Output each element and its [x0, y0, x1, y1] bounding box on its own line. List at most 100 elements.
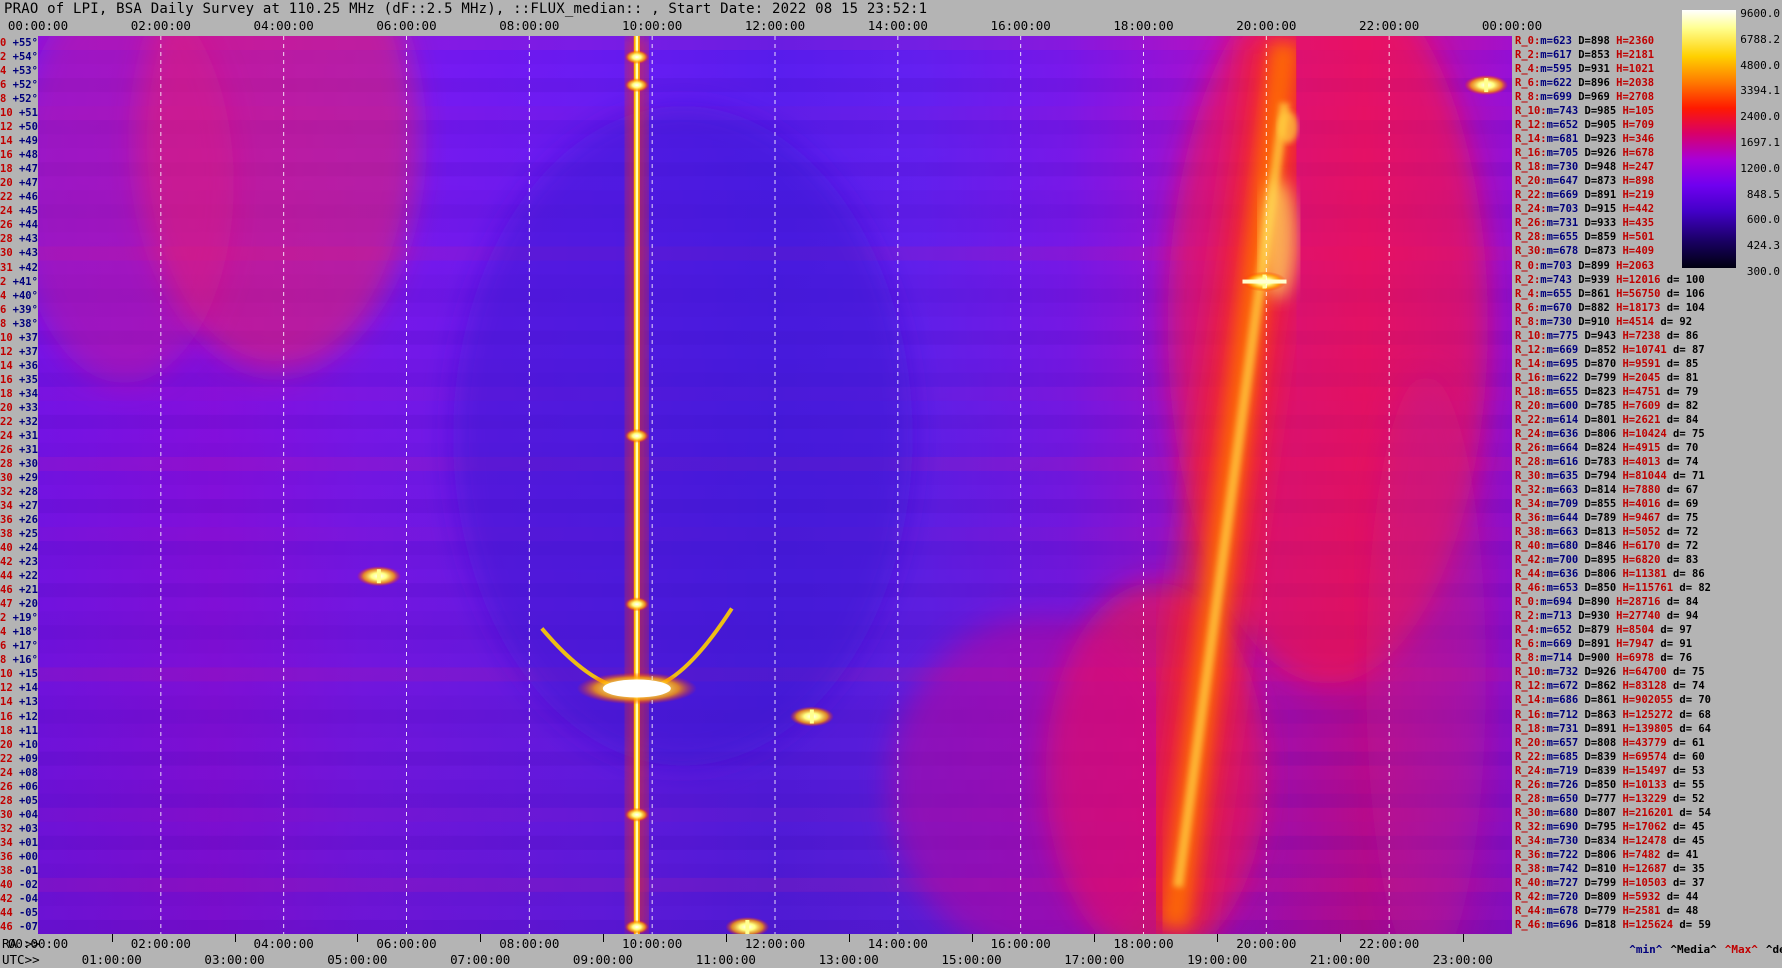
stats-min: m=695	[1546, 357, 1579, 370]
stats-row-id: R_24:	[1515, 203, 1547, 216]
stats-row-id: R_16:	[1515, 147, 1547, 160]
stats-row-id: R_40:	[1515, 540, 1547, 553]
dec-row-index: 42	[0, 556, 13, 569]
stats-min: m=663	[1546, 526, 1579, 539]
stats-row: R_36:m=722 D=806 H=7482 d= 41	[1515, 848, 1698, 862]
utc-tick-label: 15:00:00	[941, 952, 1002, 967]
ra-tick-label: 18:00:00	[1113, 936, 1174, 951]
stats-max: H=4915	[1616, 441, 1661, 454]
stats-row-id: R_20:	[1515, 175, 1547, 188]
top-time-axis: 00:00:00 02:00:00 04:00:00 06:00:00 08:00:00…	[0, 18, 1542, 35]
stats-deviation: d= 72	[1660, 540, 1699, 553]
stats-max: H=10424	[1616, 427, 1667, 440]
point-source-cross	[1242, 279, 1287, 284]
utc-tick-label: 23:00:00	[1432, 952, 1493, 967]
ra-tick-label: 06:00:00	[376, 936, 437, 951]
dec-row-index: 46	[0, 920, 13, 933]
ra-tick-label: 14:00:00	[867, 936, 928, 951]
dec-row-index: 16	[0, 149, 13, 162]
dec-row-index: 38	[0, 528, 13, 541]
stats-row-id: R_22:	[1515, 750, 1547, 763]
dec-row-index: 20	[0, 401, 13, 414]
stats-min: m=727	[1546, 876, 1579, 889]
stats-row-id: R_42:	[1515, 890, 1547, 903]
colorbar-tick-label: 1697.1	[1740, 135, 1780, 149]
stats-min: m=709	[1546, 498, 1579, 511]
ra-tick-label: 22:00:00	[1359, 936, 1420, 951]
stats-min: m=600	[1546, 399, 1579, 412]
stats-deviation: d= 69	[1660, 498, 1699, 511]
utc-tick-label: 13:00:00	[818, 952, 879, 967]
dec-row-index: 32	[0, 486, 13, 498]
stats-deviation: d= 44	[1660, 890, 1699, 903]
stats-max: H=4016	[1616, 498, 1661, 511]
heatmap-plot[interactable]	[38, 36, 1512, 934]
colorbar-tick-label: 6788.2	[1740, 32, 1780, 46]
stats-row: R_40:m=727 D=799 H=10503 d= 37	[1515, 876, 1705, 890]
dec-row-index: 32	[0, 822, 13, 835]
dec-row-index: 30	[0, 247, 13, 260]
stats-max: H=2038	[1609, 77, 1655, 90]
stats-max: H=10503	[1616, 876, 1667, 889]
stats-min: m=730	[1540, 315, 1572, 328]
stats-min: m=678	[1546, 904, 1579, 917]
dec-row-index: 12	[0, 121, 13, 134]
stats-row: R_22:m=685 D=839 H=69574 d= 60	[1515, 750, 1705, 764]
stats-row: R_38:m=742 D=810 H=12687 d= 35	[1515, 862, 1705, 876]
stats-min: m=650	[1546, 792, 1579, 805]
stats-row-id: R_14:	[1515, 133, 1547, 146]
stats-row-id: R_32:	[1515, 484, 1547, 496]
stats-row-id: R_38:	[1515, 862, 1547, 875]
dec-row-index: 14	[0, 135, 13, 148]
stats-row-id: R_14:	[1515, 694, 1547, 707]
stats-row: R_14:m=695 D=870 H=9591 d= 85	[1515, 357, 1698, 371]
stats-min: m=743	[1546, 105, 1579, 118]
stats-row: R_16:m=712 D=863 H=125272 d= 68	[1515, 708, 1711, 722]
stats-max: H=7947	[1609, 638, 1655, 651]
utc-tick-label: 05:00:00	[327, 952, 388, 967]
stats-max: H=139805	[1616, 722, 1674, 735]
stats-row-id: R_26:	[1515, 441, 1547, 454]
stats-median: D=873	[1578, 245, 1617, 258]
stats-max: H=81044	[1616, 469, 1667, 482]
dec-row-index: 26	[0, 780, 13, 793]
vertical-knot	[624, 919, 649, 934]
stats-row-id: R_38:	[1515, 526, 1547, 539]
stats-max: H=709	[1616, 119, 1655, 132]
stats-max: H=2708	[1609, 91, 1655, 104]
stats-row: R_42:m=700 D=895 H=6820 d= 83	[1515, 553, 1698, 567]
dec-row-index: 10	[0, 107, 13, 120]
stats-max: H=4013	[1616, 455, 1661, 468]
top-tick-label: 12:00:00	[744, 18, 806, 33]
top-tick-label: 08:00:00	[499, 18, 560, 33]
dec-row-index: 10	[0, 668, 13, 681]
stats-max: H=69574	[1616, 750, 1667, 763]
top-tick-label: 00:00:00	[1481, 18, 1543, 33]
stats-min: m=622	[1540, 77, 1572, 90]
stats-min: m=730	[1546, 834, 1579, 847]
stats-row-id: R_32:	[1515, 820, 1547, 833]
legend-max: ^Max^	[1724, 943, 1758, 956]
point-source-core	[745, 919, 750, 934]
stats-row-id: R_0:	[1515, 596, 1541, 609]
stats-min: m=669	[1540, 638, 1572, 651]
stats-median: D=834	[1578, 834, 1617, 847]
stats-row: R_34:m=730 D=834 H=12478 d= 45	[1515, 834, 1705, 848]
stats-deviation: d= 45	[1666, 834, 1705, 847]
stats-median: D=855	[1578, 498, 1617, 511]
stats-median: D=861	[1571, 287, 1610, 300]
colorbar-tick-label: 600.0	[1746, 213, 1780, 227]
stats-row: R_14:m=686 D=861 H=902055 d= 70	[1515, 693, 1711, 707]
stats-deviation: d= 75	[1666, 427, 1705, 440]
stats-min: m=742	[1546, 862, 1579, 875]
stats-row: R_6:m=622 D=896 H=2038	[1515, 76, 1654, 90]
stats-deviation: d= 70	[1673, 694, 1711, 707]
stats-row-id: R_30:	[1515, 245, 1547, 258]
stats-min: m=635	[1546, 469, 1579, 482]
colorbar-tick-label: 848.5	[1746, 187, 1780, 201]
stats-max: H=11381	[1616, 568, 1667, 581]
stats-row: R_12:m=669 D=852 H=10741 d= 87	[1515, 343, 1705, 357]
stats-min: m=653	[1546, 582, 1579, 595]
stats-median: D=823	[1578, 385, 1617, 398]
utc-tick-label: 21:00:00	[1309, 952, 1371, 967]
